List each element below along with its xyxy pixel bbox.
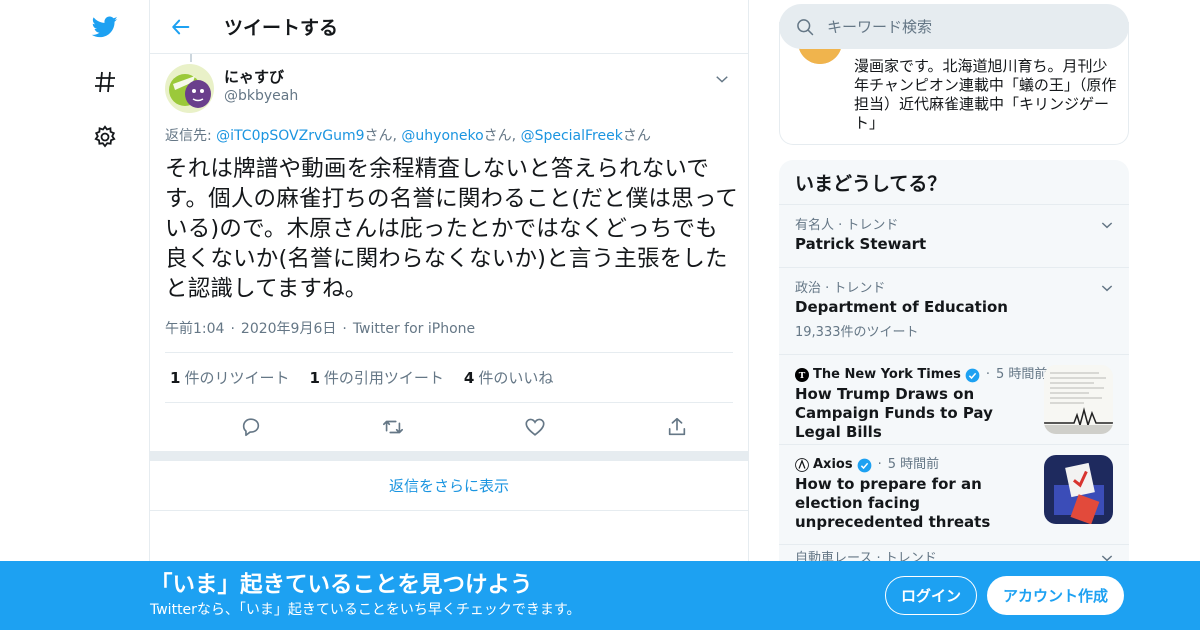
hashtag-icon[interactable] (90, 67, 120, 97)
retweet-icon[interactable] (382, 416, 404, 438)
search-bar[interactable] (779, 4, 1129, 49)
reply-target-link[interactable]: @uhyoneko (401, 128, 483, 144)
trend-name: Patrick Stewart (795, 235, 927, 253)
tweet-stats: 1 件のリツイート 1 件の引用ツイート 4 件のいいね (165, 352, 733, 403)
chevron-down-icon[interactable] (1099, 280, 1115, 296)
twitter-bird-icon[interactable] (90, 12, 120, 42)
reply-suffix: さん (364, 128, 393, 144)
stat-count: 1 (170, 369, 181, 387)
profile-bio: 漫画家です。北海道旭川育ち。月刊少年チャンピオン連載中「蟻の王」（原作担当）近代… (854, 57, 1117, 132)
heart-icon[interactable] (524, 416, 546, 438)
header: ツイートする (150, 0, 748, 54)
trends-panel: いまどうしてる？ 有名人 · トレンド Patrick Stewart 政治 ·… (779, 160, 1129, 630)
reply-to: 返信先: @iTC0pSOVZrvGum9さん, @uhyonekoさん, @S… (165, 126, 733, 146)
news-source-name: The New York Times (813, 367, 961, 382)
trend-category: 有名人 · トレンド (795, 218, 899, 233)
tweet-time[interactable]: 午前1:04 (165, 321, 224, 337)
trends-title: いまどうしてる？ (779, 160, 1129, 205)
user-handle[interactable]: @bkbyeah (224, 87, 298, 105)
display-name[interactable]: にゃすび (224, 68, 298, 87)
page-title: ツイートする (224, 17, 339, 39)
reply-target-link[interactable]: @iTC0pSOVZrvGum9 (216, 128, 364, 144)
news-headline: How to prepare for an election facing un… (795, 475, 991, 531)
separator-dot: · (877, 457, 882, 472)
trend-item[interactable]: 政治 · トレンド Department of Education 19,333… (779, 268, 1129, 355)
signup-button[interactable]: アカウント作成 (987, 576, 1124, 615)
tweet-actions (165, 403, 733, 451)
tweet: にゃすび @bkbyeah 返信先: @iTC0pSOVZrvGum9さん, @… (150, 54, 748, 451)
trend-tweet-count: 19,333件のツイート (795, 325, 919, 340)
banner-title: 「いま」起きていることを見つけよう (150, 572, 533, 598)
stat-label: 件のいいね (478, 369, 554, 387)
left-nav (80, 0, 150, 630)
show-more-replies-link[interactable]: 返信をさらに表示 (150, 461, 748, 511)
reply-to-prefix: 返信先: (165, 128, 217, 144)
quote-count[interactable]: 1 件の引用ツイート (309, 367, 443, 388)
search-icon (795, 17, 815, 37)
reply-suffix: さん (483, 128, 512, 144)
tweet-source[interactable]: Twitter for iPhone (353, 321, 475, 337)
chevron-down-icon[interactable] (713, 70, 731, 88)
tweet-author: にゃすび @bkbyeah (165, 54, 733, 118)
reply-target-link[interactable]: @SpecialFreek (521, 128, 623, 144)
login-button[interactable]: ログイン (885, 576, 977, 615)
separator-dot: · (985, 367, 990, 382)
gear-icon[interactable] (90, 122, 120, 152)
verified-badge-icon (965, 368, 980, 382)
svg-text:T: T (799, 371, 806, 381)
news-headline: How Trump Draws on Campaign Funds to Pay… (795, 385, 993, 441)
reply-separator: , (511, 128, 521, 144)
stat-count: 4 (463, 369, 475, 387)
news-item[interactable]: T The New York Times · 5 時間前 How Trump D… (779, 355, 1129, 445)
stat-label: 件のリツイート (184, 369, 290, 387)
tweet-meta: 午前1:04 · 2020年9月6日 · Twitter for iPhone (165, 318, 733, 338)
banner-subtitle: Twitterなら、「いま」起きていることをいち早くチェックできます。 (150, 602, 581, 618)
share-icon[interactable] (666, 416, 688, 438)
verified-badge-icon (857, 458, 871, 472)
trend-item[interactable]: 有名人 · トレンド Patrick Stewart (779, 205, 1129, 268)
reply-suffix: さん (622, 128, 651, 144)
news-thumbnail (1044, 365, 1113, 434)
chevron-down-icon[interactable] (1099, 217, 1115, 233)
back-arrow-icon[interactable] (168, 14, 194, 40)
news-item[interactable]: Axios · 5 時間前 How to prepare for an elec… (779, 445, 1129, 545)
news-source-name: Axios (813, 457, 853, 472)
main-column: ツイートする にゃすび @bkbyeah 返信先: @iTC0pSOVZrvGu… (149, 0, 749, 630)
tweet-text: それは牌譜や動画を余程精査しないと答えられないです。個人の麻雀打ちの名誉に関わる… (165, 156, 739, 302)
retweet-count[interactable]: 1 件のリツイート (170, 367, 289, 388)
separator-dot: · (342, 321, 347, 337)
nyt-logo-icon: T (795, 368, 809, 382)
tweet-date[interactable]: 2020年9月6日 (241, 321, 336, 337)
search-input[interactable] (827, 17, 1107, 36)
reply-icon[interactable] (240, 416, 262, 438)
news-time: 5 時間前 (996, 367, 1048, 382)
trend-name: Department of Education (795, 298, 1008, 316)
news-thumbnail (1044, 455, 1113, 524)
news-time: 5 時間前 (887, 457, 940, 472)
axios-logo-icon (795, 458, 809, 472)
avatar[interactable] (165, 64, 214, 113)
separator-dot: · (230, 321, 235, 337)
stat-count: 1 (309, 369, 320, 387)
trend-category: 政治 · トレンド (795, 281, 886, 296)
like-count[interactable]: 4 件のいいね (464, 367, 553, 388)
stat-label: 件の引用ツイート (323, 369, 444, 387)
section-divider (150, 451, 748, 461)
signup-banner: 「いま」起きていることを見つけよう Twitterなら、「いま」起きていることを… (0, 561, 1200, 630)
page: ツイートする にゃすび @bkbyeah 返信先: @iTC0pSOVZrvGu… (0, 0, 1200, 630)
